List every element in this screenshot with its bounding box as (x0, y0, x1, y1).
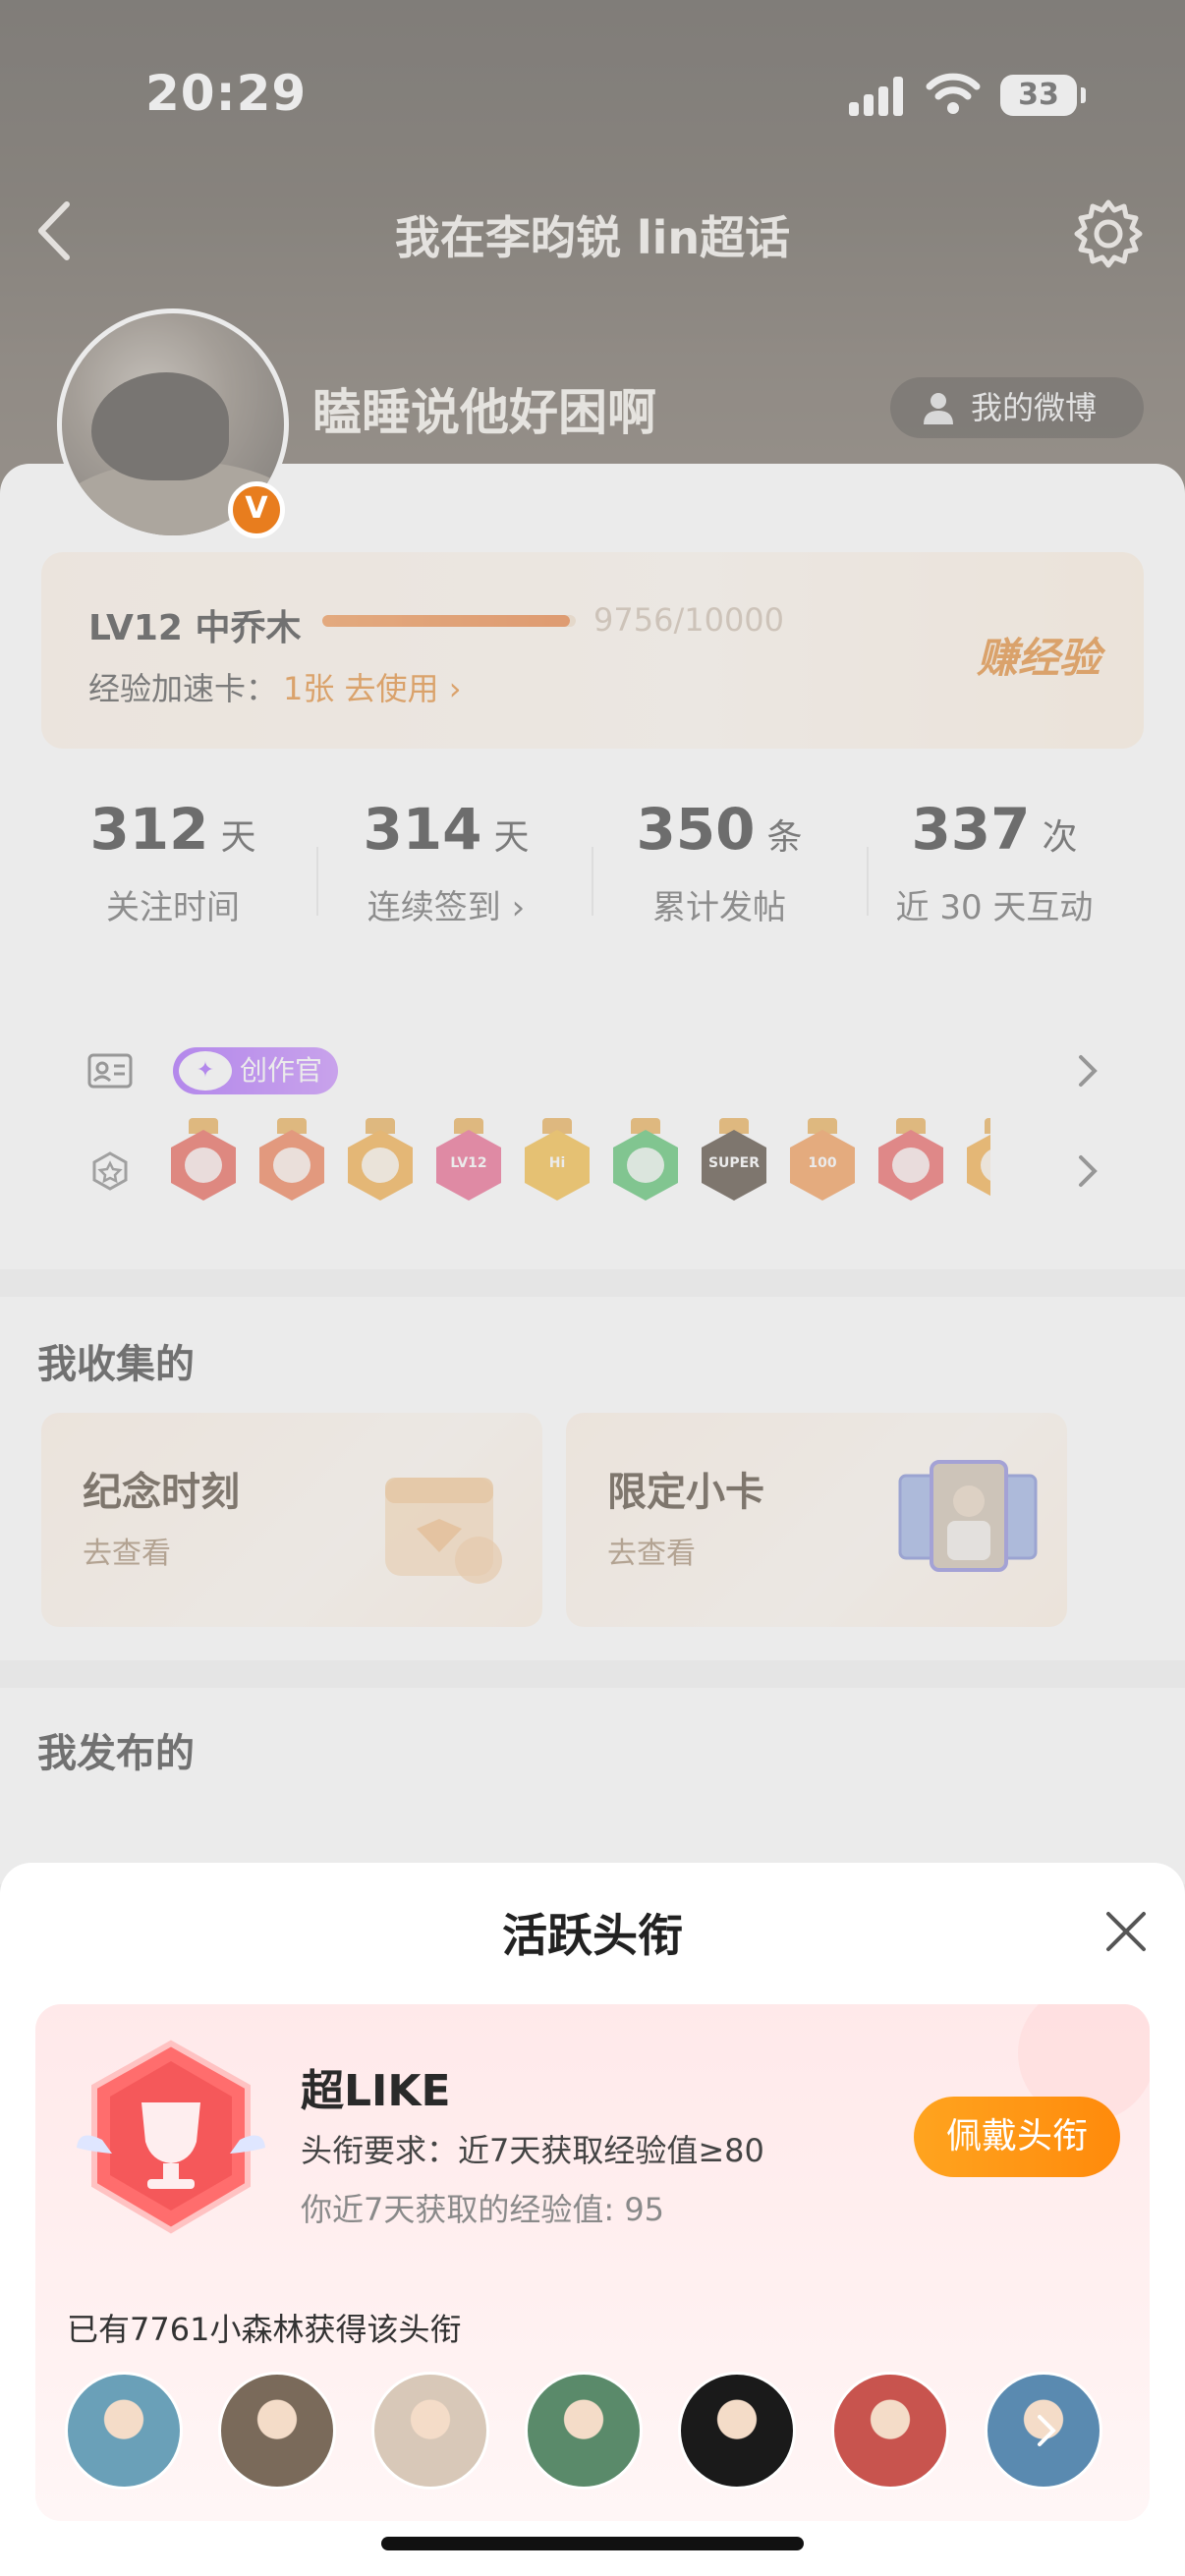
title-owners-count: 已有7761小森林获得该头衔 (67, 2311, 462, 2348)
owner-avatar-list[interactable] (65, 2372, 1106, 2493)
close-icon[interactable] (1100, 1906, 1152, 1957)
owner-avatar[interactable] (218, 2372, 336, 2490)
my-exp-7days: 你近7天获取的经验值: 95 (301, 2191, 665, 2228)
wear-title-button[interactable]: 佩戴头衔 (914, 2097, 1120, 2177)
owner-avatar[interactable] (525, 2372, 643, 2490)
sheet-title: 活跃头衔 (502, 1909, 683, 1962)
title-name: 超LIKE (301, 2066, 451, 2116)
trophy-title-icon (77, 2040, 265, 2234)
owner-avatar[interactable] (678, 2372, 796, 2490)
title-requirement: 头衔要求：近7天获取经验值≥80 (301, 2132, 764, 2169)
owner-avatar[interactable] (831, 2372, 949, 2490)
owner-avatar[interactable] (65, 2372, 183, 2490)
verified-v-icon: V (228, 481, 285, 538)
owner-avatar[interactable] (371, 2372, 489, 2490)
home-indicator[interactable] (381, 2537, 804, 2550)
chevron-right-icon[interactable] (1032, 2411, 1061, 2450)
